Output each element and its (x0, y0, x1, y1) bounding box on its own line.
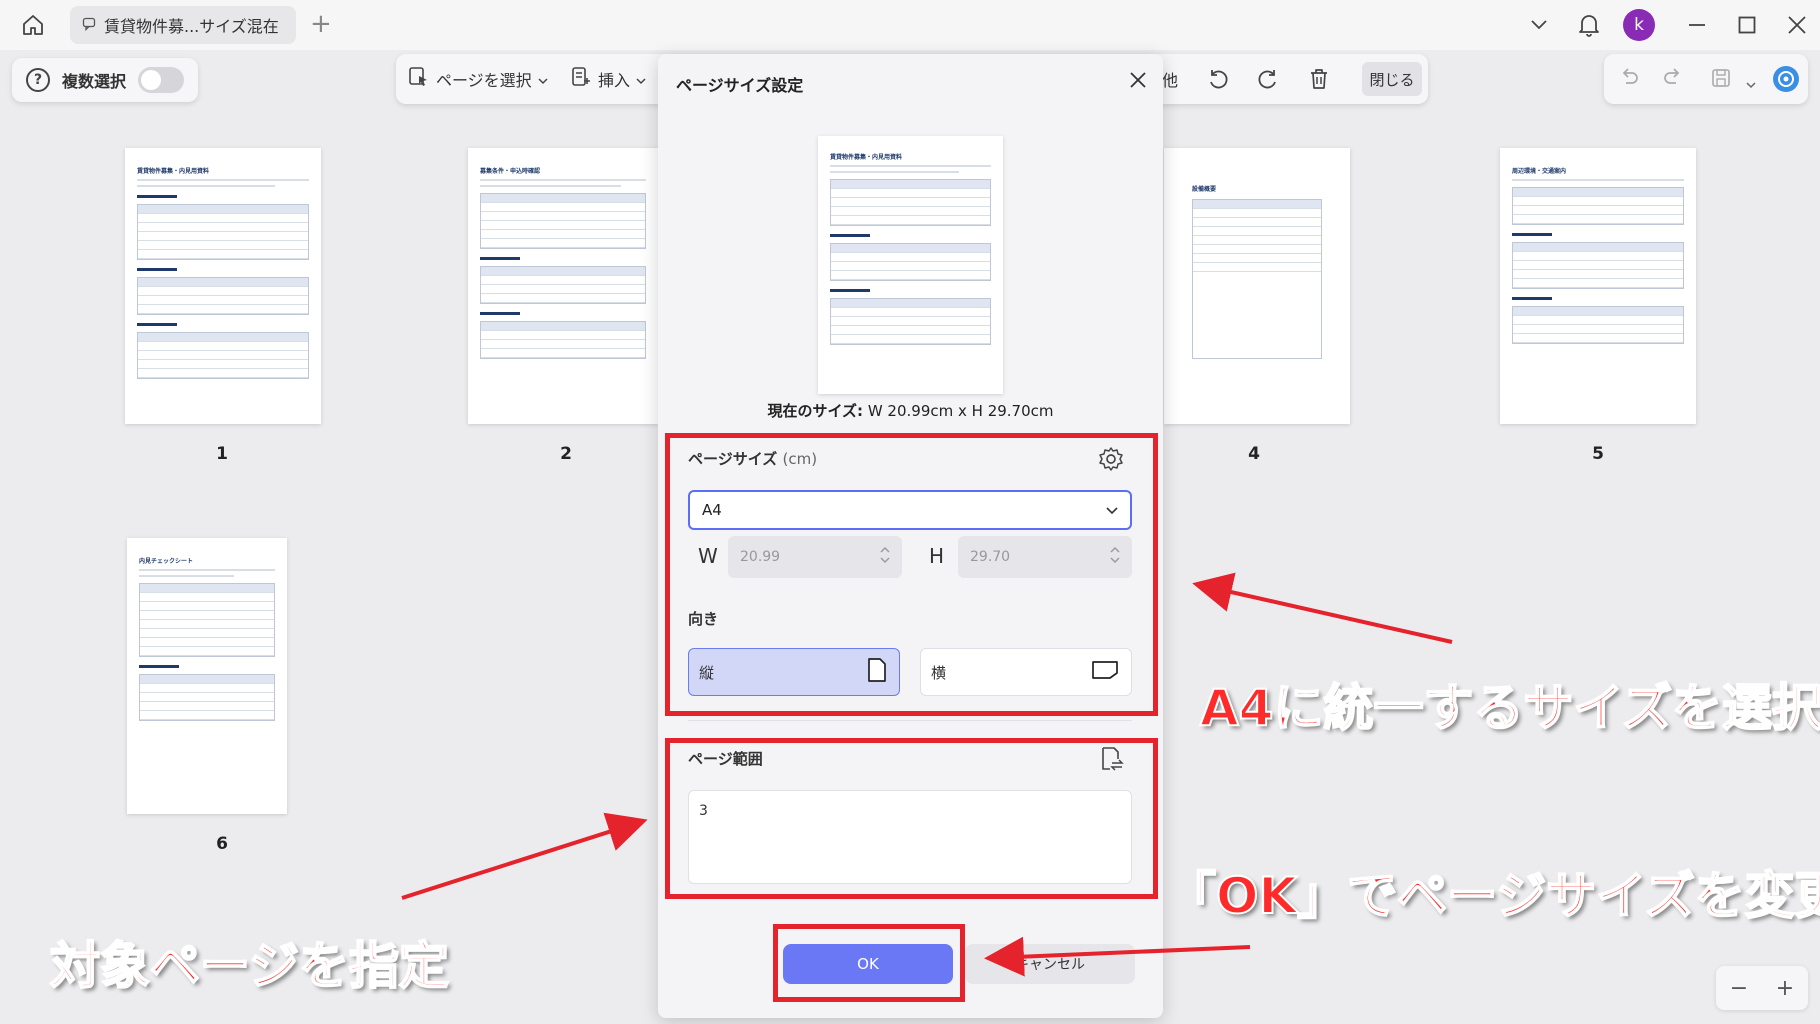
rotate-right-icon[interactable] (1256, 62, 1280, 96)
page-thumbnail-5[interactable]: 周辺環境・交通案内 (1500, 148, 1696, 424)
insert-label: 挿入 (598, 71, 631, 90)
close-icon[interactable] (1126, 68, 1150, 92)
current-size-label: 現在のサイズ: (767, 402, 864, 420)
page-number-4: 4 (1248, 444, 1260, 464)
page-number-2: 2 (560, 444, 572, 464)
page-number-6: 6 (216, 834, 228, 854)
window-close-icon[interactable] (1780, 8, 1814, 42)
new-tab-icon[interactable]: + (310, 10, 332, 38)
ai-assistant-icon[interactable] (1772, 65, 1800, 97)
dialog-title: ページサイズ設定 (676, 76, 804, 95)
chevron-down-icon (636, 70, 646, 89)
comment-icon (82, 16, 96, 35)
thumbnail-title: 設備概要 (1192, 186, 1217, 193)
chevron-down-icon (538, 70, 548, 89)
thumbnail-title: 募集条件・申込時確認 (480, 168, 541, 175)
current-size: 現在のサイズ: W 20.99cm x H 29.70cm (658, 400, 1163, 421)
history-panel (1604, 54, 1808, 104)
page-select-icon (408, 66, 430, 92)
redo-icon[interactable] (1662, 67, 1684, 93)
thumbnail-title: 賃貸物件募集・内見用資料 (137, 168, 210, 175)
page-number-1: 1 (216, 444, 228, 464)
document-tab[interactable]: 賃貸物件募...サイズ混在 (70, 6, 296, 44)
multi-select-panel: ? 複数選択 (12, 58, 198, 102)
undo-icon[interactable] (1618, 67, 1640, 93)
avatar-letter: k (1623, 9, 1655, 41)
multi-select-label: 複数選択 (62, 72, 127, 91)
help-icon[interactable]: ? (26, 68, 50, 92)
select-page-button[interactable]: ページを選択 (408, 62, 548, 96)
page-thumbnail-6[interactable]: 内見チェックシート (127, 538, 287, 814)
callout-ok-change: 「OK」でページサイズを変更 (1165, 866, 1820, 926)
multi-select-toggle[interactable] (138, 67, 185, 93)
preview-title: 賃貸物件募集・内見用資料 (830, 154, 903, 161)
minimize-icon[interactable] (1680, 8, 1714, 42)
other-button[interactable]: 他 (1162, 62, 1178, 96)
rotate-left-icon[interactable] (1206, 62, 1230, 96)
cancel-button[interactable]: キャンセル (965, 944, 1135, 984)
bell-icon[interactable] (1572, 8, 1606, 42)
other-label: 他 (1162, 71, 1179, 90)
save-icon[interactable] (1710, 67, 1732, 93)
avatar[interactable]: k (1622, 8, 1656, 42)
chevron-down-icon[interactable] (1522, 8, 1556, 42)
page-thumbnail-1[interactable]: 賃貸物件募集・内見用資料 (125, 148, 321, 424)
zoom-in-icon[interactable]: + (1776, 976, 1794, 1001)
thumbnail-title: 内見チェックシート (139, 558, 194, 565)
trash-icon[interactable] (1308, 62, 1330, 96)
maximize-icon[interactable] (1730, 8, 1764, 42)
callout-select-size: A4に統一するサイズを選択 (1199, 678, 1820, 738)
home-icon[interactable] (18, 10, 48, 40)
highlight-ok-button (773, 924, 965, 1002)
divider (688, 720, 1132, 721)
page-thumbnail-2[interactable]: 募集条件・申込時確認 (468, 148, 658, 424)
chevron-down-icon[interactable] (1746, 74, 1756, 93)
tab-label: 賃貸物件募...サイズ混在 (104, 17, 279, 36)
page-preview: 賃貸物件募集・内見用資料 (818, 136, 1003, 394)
title-bar: 賃貸物件募...サイズ混在 + k (0, 0, 1820, 50)
thumbnail-title: 周辺環境・交通案内 (1512, 168, 1567, 175)
close-mode-button[interactable]: 閉じる (1362, 62, 1422, 96)
highlight-page-range (665, 738, 1158, 899)
page-thumbnail-4[interactable]: 設備概要 (1164, 148, 1350, 424)
zoom-control: − + (1716, 966, 1808, 1010)
callout-target-page: 対象ページを指定 (49, 936, 450, 996)
current-size-value: W 20.99cm x H 29.70cm (867, 402, 1054, 420)
select-page-label: ページを選択 (436, 71, 532, 90)
insert-page-icon (570, 66, 592, 92)
insert-button[interactable]: 挿入 (570, 62, 646, 96)
zoom-out-icon[interactable]: − (1730, 976, 1748, 1001)
highlight-page-size (665, 433, 1158, 716)
page-number-5: 5 (1592, 444, 1604, 464)
